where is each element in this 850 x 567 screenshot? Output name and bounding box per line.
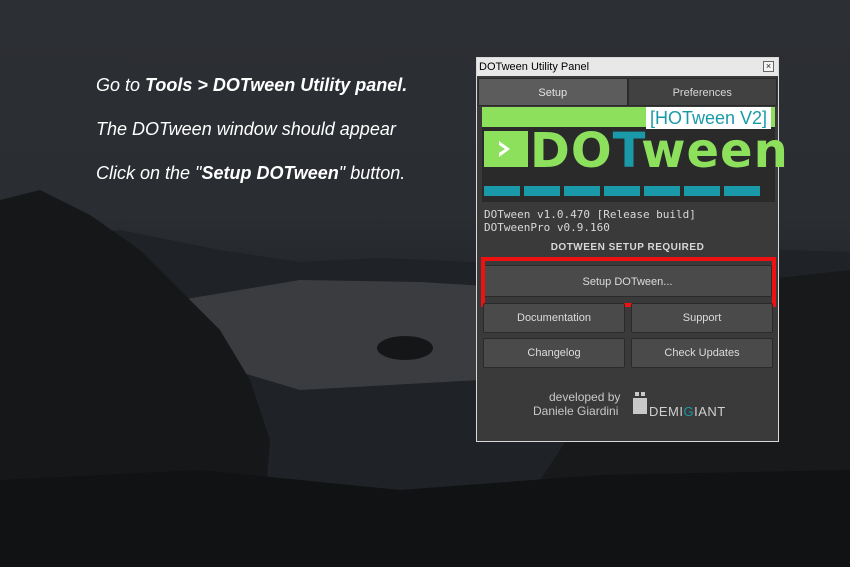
logo-bars — [484, 186, 760, 196]
author-name: Daniele Giardini — [533, 404, 619, 418]
panel-title: DOTween Utility Panel — [479, 61, 590, 73]
developer-credit: developed by Daniele Giardini DEMIGIANT — [477, 390, 778, 430]
version-info: DOTween v1.0.470 [Release build] DOTween… — [484, 208, 696, 234]
tab-preferences[interactable]: Preferences — [627, 78, 777, 106]
check-updates-button[interactable]: Check Updates — [631, 338, 773, 368]
close-icon[interactable]: × — [763, 61, 774, 72]
instruction-line-1: Go to Tools > DOTween Utility panel. — [96, 75, 408, 95]
demigiant-icon — [633, 390, 647, 419]
setup-required-label: DOTWEEN SETUP REQUIRED — [550, 242, 705, 253]
developed-by-label: developed by — [549, 390, 621, 404]
play-icon — [484, 131, 528, 167]
instruction-line-2: The DOTween window should appear — [96, 119, 396, 139]
documentation-button[interactable]: Documentation — [483, 303, 625, 333]
highlight-box — [481, 257, 776, 307]
instruction-line-3: Click on the "Setup DOTween" button. — [96, 163, 406, 183]
panel-titlebar[interactable]: DOTween Utility Panel × — [477, 58, 778, 76]
support-button[interactable]: Support — [631, 303, 773, 333]
tab-setup[interactable]: Setup — [478, 78, 628, 106]
logo-wordmark: DOTween — [530, 123, 789, 179]
dotween-utility-panel: DOTween Utility Panel × Setup Preference… — [476, 57, 788, 442]
company-name: DEMIGIANT — [649, 404, 726, 419]
panel-tabs: Setup Preferences — [478, 78, 777, 106]
dotween-logo: [HOTween V2] DOTween — [482, 107, 788, 202]
instructions: Go to Tools > DOTween Utility panel. The… — [96, 72, 456, 204]
version-dotweenpro: DOTweenPro v0.9.160 — [484, 221, 610, 234]
version-dotween: DOTween v1.0.470 [Release build] — [484, 208, 696, 221]
changelog-button[interactable]: Changelog — [483, 338, 625, 368]
